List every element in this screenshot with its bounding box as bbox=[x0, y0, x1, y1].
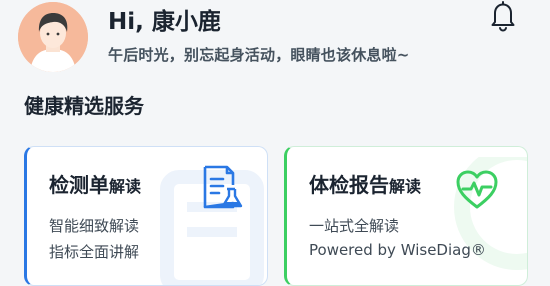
greeting-title: Hi, 康小鹿 bbox=[108, 9, 221, 35]
lab-report-title: 检测单解读 bbox=[49, 169, 141, 198]
checkup-report-title-suffix: 解读 bbox=[389, 177, 422, 196]
checkup-report-title: 体检报告解读 bbox=[309, 169, 421, 198]
avatar[interactable] bbox=[18, 2, 88, 72]
report-flask-icon bbox=[203, 165, 243, 209]
lab-report-title-suffix: 解读 bbox=[109, 177, 142, 196]
checkup-report-desc-1: 一站式全解读 bbox=[309, 217, 400, 235]
greeting-subtitle: 午后时光，别忘起身活动，眼睛也该休息啦~ bbox=[108, 46, 410, 64]
bell-icon[interactable] bbox=[488, 0, 518, 32]
lab-report-title-main: 检测单 bbox=[49, 173, 109, 197]
checkup-report-card[interactable]: 体检报告解读 一站式全解读 Powered by WiseDiag® bbox=[284, 146, 528, 286]
checkup-report-title-main: 体检报告 bbox=[309, 173, 389, 197]
lab-report-desc-2: 指标全面讲解 bbox=[49, 243, 140, 261]
section-title: 健康精选服务 bbox=[24, 94, 144, 118]
checkup-report-desc-2: Powered by WiseDiag® bbox=[309, 241, 486, 259]
lab-report-desc-1: 智能细致解读 bbox=[49, 217, 140, 235]
lab-report-card[interactable]: 检测单解读 智能细致解读 指标全面讲解 bbox=[24, 146, 268, 286]
heart-pulse-icon bbox=[456, 170, 498, 209]
